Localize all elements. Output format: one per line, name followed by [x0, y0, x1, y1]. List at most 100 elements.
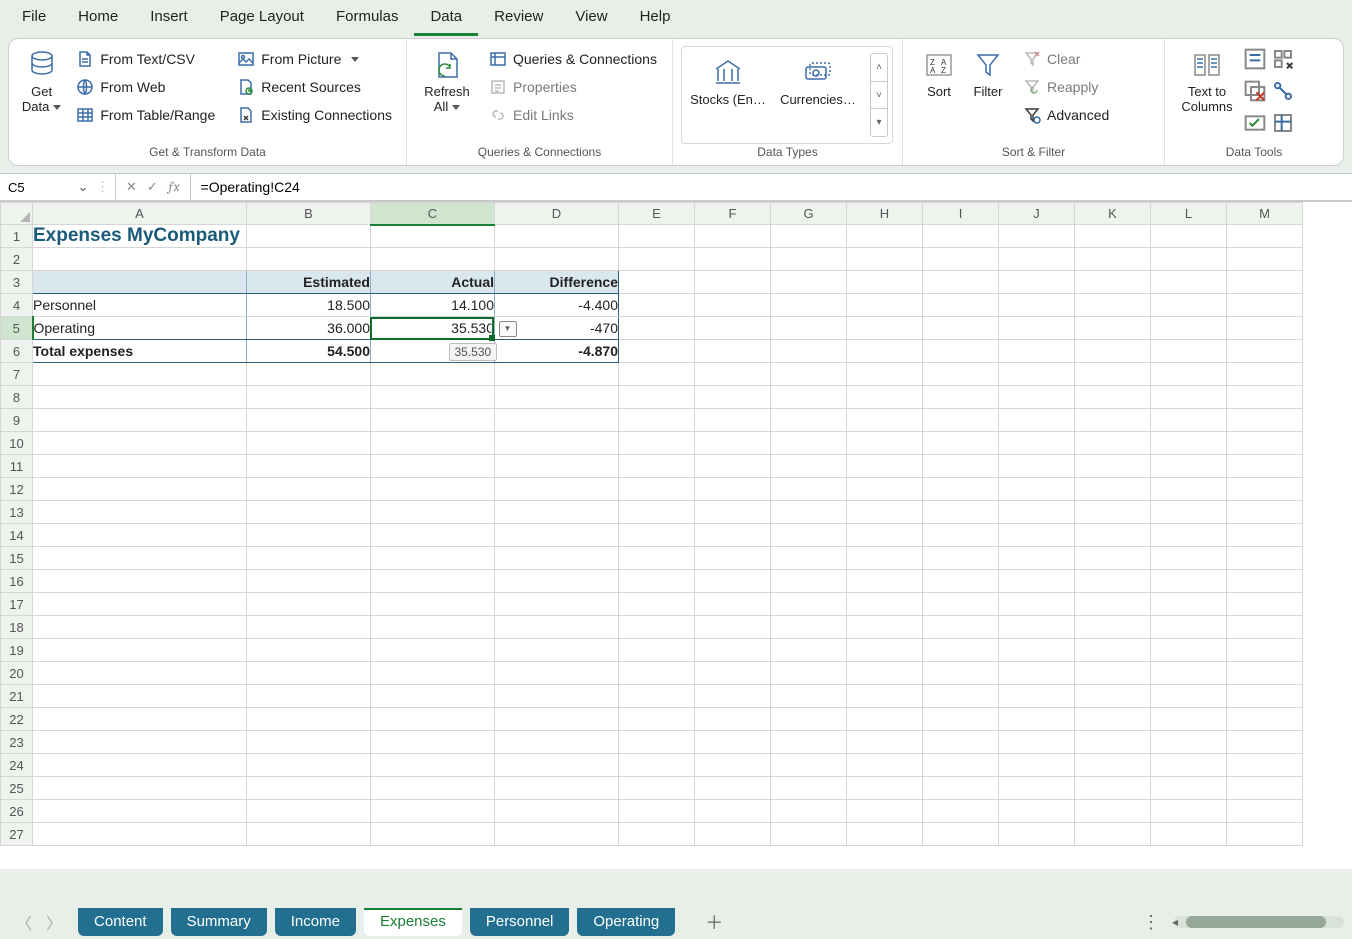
- cell-B6[interactable]: 54.500: [247, 340, 371, 363]
- cell-B16[interactable]: [247, 570, 371, 593]
- cell-L27[interactable]: [1151, 823, 1227, 846]
- cell-L23[interactable]: [1151, 731, 1227, 754]
- cell-H22[interactable]: [847, 708, 923, 731]
- row-header-4[interactable]: 4: [1, 294, 33, 317]
- remove-duplicates-icon[interactable]: [1243, 79, 1267, 107]
- cell-E11[interactable]: [619, 455, 695, 478]
- cell-G3[interactable]: [771, 271, 847, 294]
- sheet-nav-prev-icon[interactable]: 〈: [16, 910, 32, 934]
- cell-H13[interactable]: [847, 501, 923, 524]
- cell-C5[interactable]: 35.530: [371, 317, 495, 340]
- cell-F25[interactable]: [695, 777, 771, 800]
- cell-I8[interactable]: [923, 386, 999, 409]
- cell-E2[interactable]: [619, 248, 695, 271]
- from-text-csv-button[interactable]: From Text/CSV: [70, 47, 221, 71]
- menu-formulas[interactable]: Formulas: [320, 2, 415, 36]
- cell-E4[interactable]: [619, 294, 695, 317]
- cell-A9[interactable]: [33, 409, 247, 432]
- cell-M8[interactable]: [1227, 386, 1303, 409]
- cell-G18[interactable]: [771, 616, 847, 639]
- cell-F5[interactable]: [695, 317, 771, 340]
- cell-D11[interactable]: [495, 455, 619, 478]
- row-header-14[interactable]: 14: [1, 524, 33, 547]
- menu-review[interactable]: Review: [478, 2, 559, 36]
- cell-F8[interactable]: [695, 386, 771, 409]
- cell-J10[interactable]: [999, 432, 1075, 455]
- cell-L25[interactable]: [1151, 777, 1227, 800]
- cell-M19[interactable]: [1227, 639, 1303, 662]
- cell-K1[interactable]: [1075, 225, 1151, 248]
- cell-A15[interactable]: [33, 547, 247, 570]
- row-header-11[interactable]: 11: [1, 455, 33, 478]
- stocks-button[interactable]: Stocks (En…: [686, 53, 770, 112]
- cell-B19[interactable]: [247, 639, 371, 662]
- cell-E16[interactable]: [619, 570, 695, 593]
- row-header-15[interactable]: 15: [1, 547, 33, 570]
- existing-connections-button[interactable]: Existing Connections: [231, 103, 398, 127]
- cell-G10[interactable]: [771, 432, 847, 455]
- cell-G24[interactable]: [771, 754, 847, 777]
- cell-L22[interactable]: [1151, 708, 1227, 731]
- row-header-25[interactable]: 25: [1, 777, 33, 800]
- cell-F1[interactable]: [695, 225, 771, 248]
- cell-D15[interactable]: [495, 547, 619, 570]
- cell-D10[interactable]: [495, 432, 619, 455]
- cell-M24[interactable]: [1227, 754, 1303, 777]
- name-box[interactable]: ⌄ ⋮: [0, 174, 116, 200]
- row-header-7[interactable]: 7: [1, 363, 33, 386]
- cell-B11[interactable]: [247, 455, 371, 478]
- cell-I5[interactable]: [923, 317, 999, 340]
- cell-F2[interactable]: [695, 248, 771, 271]
- horizontal-scrollbar[interactable]: ◂: [1174, 916, 1344, 928]
- cell-D12[interactable]: [495, 478, 619, 501]
- cell-E3[interactable]: [619, 271, 695, 294]
- col-header-M[interactable]: M: [1227, 203, 1303, 225]
- cell-J4[interactable]: [999, 294, 1075, 317]
- row-header-8[interactable]: 8: [1, 386, 33, 409]
- cell-L10[interactable]: [1151, 432, 1227, 455]
- cell-A18[interactable]: [33, 616, 247, 639]
- cell-B22[interactable]: [247, 708, 371, 731]
- cell-G8[interactable]: [771, 386, 847, 409]
- cell-D2[interactable]: [495, 248, 619, 271]
- cell-I19[interactable]: [923, 639, 999, 662]
- cell-C8[interactable]: [371, 386, 495, 409]
- cell-K20[interactable]: [1075, 662, 1151, 685]
- cell-L20[interactable]: [1151, 662, 1227, 685]
- cell-C25[interactable]: [371, 777, 495, 800]
- cell-E20[interactable]: [619, 662, 695, 685]
- cell-A3[interactable]: [33, 271, 247, 294]
- cell-E24[interactable]: [619, 754, 695, 777]
- cell-E1[interactable]: [619, 225, 695, 248]
- sheet-tab-personnel[interactable]: Personnel: [470, 908, 570, 936]
- menu-insert[interactable]: Insert: [134, 2, 204, 36]
- cell-A5[interactable]: Operating: [33, 317, 247, 340]
- cell-A20[interactable]: [33, 662, 247, 685]
- advanced-button[interactable]: Advanced: [1017, 103, 1115, 127]
- cell-B7[interactable]: [247, 363, 371, 386]
- row-header-21[interactable]: 21: [1, 685, 33, 708]
- col-header-A[interactable]: A: [33, 203, 247, 225]
- cell-M9[interactable]: [1227, 409, 1303, 432]
- cell-D13[interactable]: [495, 501, 619, 524]
- cell-K24[interactable]: [1075, 754, 1151, 777]
- col-header-L[interactable]: L: [1151, 203, 1227, 225]
- cell-L19[interactable]: [1151, 639, 1227, 662]
- cell-D16[interactable]: [495, 570, 619, 593]
- col-header-I[interactable]: I: [923, 203, 999, 225]
- cell-K9[interactable]: [1075, 409, 1151, 432]
- cell-H6[interactable]: [847, 340, 923, 363]
- cell-A10[interactable]: [33, 432, 247, 455]
- chevron-expand-icon[interactable]: ▾: [871, 109, 887, 136]
- cell-H1[interactable]: [847, 225, 923, 248]
- cell-H9[interactable]: [847, 409, 923, 432]
- cell-K11[interactable]: [1075, 455, 1151, 478]
- cell-M1[interactable]: [1227, 225, 1303, 248]
- cell-A24[interactable]: [33, 754, 247, 777]
- cell-A13[interactable]: [33, 501, 247, 524]
- cell-E17[interactable]: [619, 593, 695, 616]
- cell-L11[interactable]: [1151, 455, 1227, 478]
- cell-H14[interactable]: [847, 524, 923, 547]
- cell-J24[interactable]: [999, 754, 1075, 777]
- cell-G17[interactable]: [771, 593, 847, 616]
